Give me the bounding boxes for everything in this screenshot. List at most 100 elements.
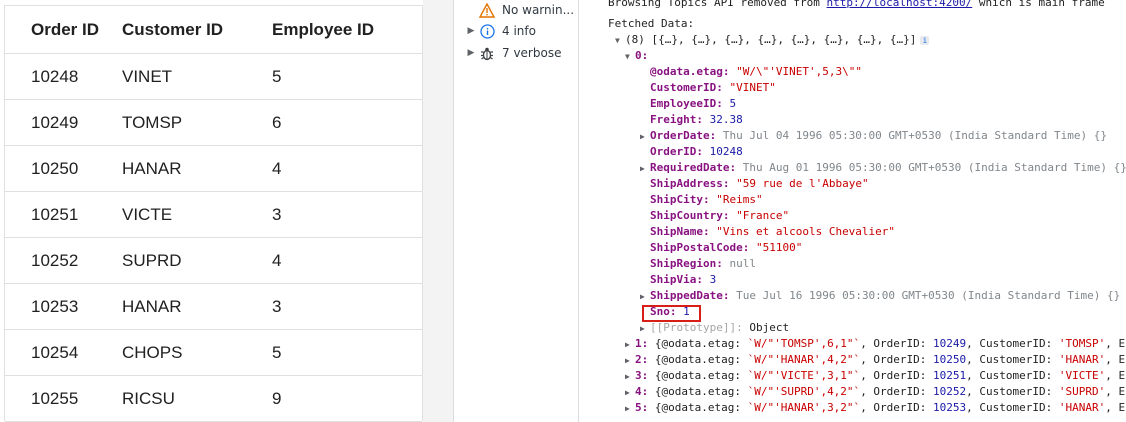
chevron-right-icon[interactable]: ▶	[625, 369, 635, 385]
property-key: ShipCity	[650, 193, 703, 206]
cell-order-id[interactable]: 10250	[5, 159, 122, 179]
chevron-right-icon[interactable]: ▶	[625, 337, 635, 353]
property-key: RequiredDate	[650, 161, 730, 174]
localhost-link[interactable]: http://localhost:4200/	[827, 0, 973, 9]
cell-employee-id[interactable]: 3	[272, 205, 422, 225]
info-icon[interactable]: i	[920, 35, 930, 45]
chevron-right-icon[interactable]: ▶	[464, 26, 478, 36]
property-shippeddate[interactable]: ▶ ShippedDate: Tue Jul 16 1996 05:30:00 G…	[640, 288, 1120, 304]
cell-employee-id[interactable]: 6	[272, 113, 422, 133]
property-shipname: ShipName: "Vins et alcools Chevalier"	[640, 224, 895, 240]
collapsed-item-row[interactable]: ▶ 2: {@odata.etag: `W/"'HANAR',4,2"`, Ord…	[625, 352, 1125, 368]
property-prototype[interactable]: ▶ [[Prototype]]: Object	[640, 320, 789, 336]
cell-employee-id[interactable]: 5	[272, 343, 422, 363]
table-row[interactable]: 10252 SUPRD 4	[5, 238, 422, 284]
property-freight: Freight: 32.38	[640, 112, 743, 128]
table-row[interactable]: 10250 HANAR 4	[5, 146, 422, 192]
table-row[interactable]: 10253 HANAR 3	[5, 284, 422, 330]
cell-customer-id[interactable]: CHOPS	[122, 343, 272, 363]
table-row[interactable]: 10254 CHOPS 5	[5, 330, 422, 376]
property-orderdate[interactable]: ▶ OrderDate: Thu Jul 04 1996 05:30:00 GMT…	[640, 128, 1107, 144]
chevron-right-icon[interactable]: ▶	[625, 401, 635, 417]
separator: :	[722, 65, 737, 78]
separator: :	[722, 209, 737, 222]
array-summary-row[interactable]: ▼ (8) [{…}, {…}, {…}, {…}, {…}, {…}, {…},…	[615, 32, 930, 49]
orderid-key: , OrderID:	[860, 353, 934, 366]
item-index: 2:	[635, 353, 649, 366]
separator: :	[702, 193, 717, 206]
orderid-value: 10249	[933, 337, 967, 350]
separator: :	[722, 177, 737, 190]
property-value: "51100"	[755, 241, 803, 254]
separator: :	[742, 241, 756, 254]
property-key: ShipCountry	[650, 209, 723, 222]
customerid-key: , CustomerID:	[966, 353, 1059, 366]
property-requireddate[interactable]: ▶ RequiredDate: Thu Aug 01 1996 05:30:00 …	[640, 160, 1126, 176]
property-orderid: OrderID: 10248	[640, 144, 743, 160]
table-row[interactable]: 10255 RICSU 9	[5, 376, 422, 422]
header-employee-id[interactable]: Employee ID	[272, 20, 422, 40]
etag-value: `W/"'VICTE',3,1"`	[747, 369, 861, 382]
cell-order-id[interactable]: 10251	[5, 205, 122, 225]
cell-order-id[interactable]: 10248	[5, 67, 122, 87]
cell-order-id[interactable]: 10254	[5, 343, 122, 363]
cell-order-id[interactable]: 10249	[5, 113, 122, 133]
separator: :	[729, 161, 743, 174]
header-order-id[interactable]: Order ID	[5, 20, 122, 40]
header-customer-id[interactable]: Customer ID	[122, 20, 272, 40]
console-output: Browsing Topics API removed from http://…	[579, 0, 1126, 422]
bug-icon	[478, 44, 496, 62]
cell-customer-id[interactable]: VICTE	[122, 205, 272, 225]
property-value: Thu Aug 01 1996 05:30:00 GMT+0530 (India…	[742, 161, 1126, 174]
property-employeeid: EmployeeID: 5	[640, 96, 736, 112]
sidebar-item-warnings[interactable]: No warnin...	[454, 0, 574, 20]
chevron-right-icon[interactable]: ▶	[640, 289, 650, 305]
cell-employee-id[interactable]: 4	[272, 251, 422, 271]
chevron-right-icon[interactable]: ▶	[464, 48, 478, 58]
cell-customer-id[interactable]: HANAR	[122, 297, 272, 317]
orderid-key: , OrderID:	[860, 385, 934, 398]
chevron-right-icon[interactable]: ▶	[640, 321, 650, 337]
cell-customer-id-value: TOMSP	[122, 112, 183, 132]
separator: :	[709, 129, 723, 142]
cell-order-id[interactable]: 10253	[5, 297, 122, 317]
property-key: ShipVia	[650, 273, 697, 286]
cell-customer-id[interactable]: VINET	[122, 67, 272, 87]
chevron-right-icon[interactable]: ▶	[625, 385, 635, 401]
table-row[interactable]: 10251 VICTE 3	[5, 192, 422, 238]
chevron-right-icon[interactable]: ▶	[625, 353, 635, 369]
cell-customer-id[interactable]: TOMSP	[122, 113, 272, 133]
item-0-row[interactable]: ▼ 0:	[625, 48, 648, 64]
property-value: "Reims"	[716, 193, 763, 206]
collapsed-item-row[interactable]: ▶ 5: {@odata.etag: `W/"'HANAR',3,2"`, Ord…	[625, 400, 1125, 416]
cell-employee-id[interactable]: 4	[272, 159, 422, 179]
cell-order-id-value: 10249	[31, 112, 79, 132]
collapsed-item-row[interactable]: ▶ 1: {@odata.etag: `W/"'TOMSP',6,1"`, Ord…	[625, 336, 1125, 352]
table-row[interactable]: 10249 TOMSP 6	[5, 100, 422, 146]
cell-employee-id-value: 4	[272, 250, 282, 270]
property-shipregion: ShipRegion: null	[640, 256, 756, 272]
property-key: ShipPostalCode	[650, 241, 743, 254]
customerid-value: 'TOMSP'	[1058, 337, 1106, 350]
chevron-right-icon[interactable]: ▶	[640, 161, 650, 177]
cell-employee-id[interactable]: 9	[272, 389, 422, 409]
cell-customer-id[interactable]: RICSU	[122, 389, 272, 409]
sidebar-item-verbose[interactable]: ▶ 7 verbose	[454, 43, 562, 63]
cell-customer-id[interactable]: SUPRD	[122, 251, 272, 271]
cell-employee-id[interactable]: 3	[272, 297, 422, 317]
customerid-key: , CustomerID:	[966, 369, 1059, 382]
collapsed-item-row[interactable]: ▶ 3: {@odata.etag: `W/"'VICTE',3,1"`, Ord…	[625, 368, 1125, 384]
info-icon	[478, 22, 496, 40]
cell-order-id[interactable]: 10252	[5, 251, 122, 271]
cell-employee-id[interactable]: 5	[272, 67, 422, 87]
table-row[interactable]: 10248 VINET 5	[5, 54, 422, 100]
cell-order-id[interactable]: 10255	[5, 389, 122, 409]
sidebar-item-info[interactable]: ▶ 4 info	[454, 21, 536, 41]
chevron-down-icon[interactable]: ▼	[625, 49, 635, 65]
chevron-down-icon[interactable]: ▼	[615, 33, 625, 49]
cell-customer-id[interactable]: HANAR	[122, 159, 272, 179]
collapsed-item-row[interactable]: ▶ 4: {@odata.etag: `W/"'SUPRD',4,2"`, Ord…	[625, 384, 1125, 400]
console-sidebar: No warnin... ▶ 4 info ▶ 7 verbose	[454, 0, 578, 422]
chevron-right-icon[interactable]: ▶	[640, 129, 650, 145]
cell-customer-id-value: HANAR	[122, 158, 182, 178]
